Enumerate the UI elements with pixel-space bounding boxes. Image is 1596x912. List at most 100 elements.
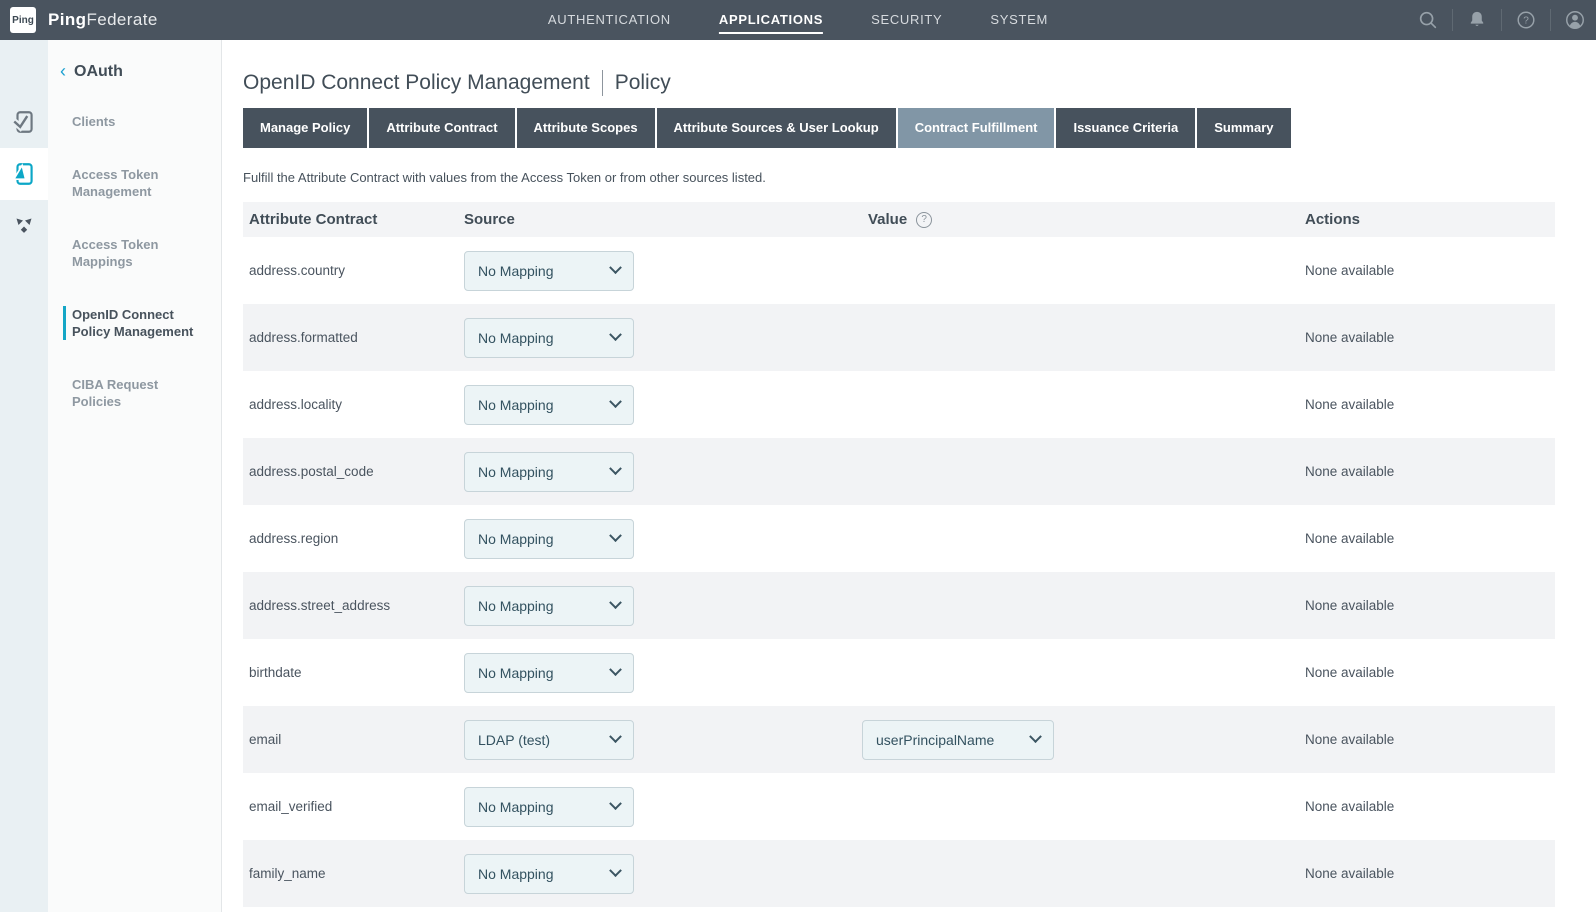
source-select[interactable]: No Mapping bbox=[464, 787, 634, 827]
tab-attribute-scopes[interactable]: Attribute Scopes bbox=[517, 108, 655, 148]
tab-issuance-criteria[interactable]: Issuance Criteria bbox=[1056, 108, 1195, 148]
source-select[interactable]: LDAP (test) bbox=[464, 720, 634, 760]
table-row: address.postal_codeNo MappingNone availa… bbox=[243, 438, 1555, 505]
nav-authentication[interactable]: AUTHENTICATION bbox=[548, 0, 671, 40]
chevron-down-icon bbox=[609, 462, 622, 475]
header-source: Source bbox=[458, 211, 862, 228]
title-divider bbox=[602, 70, 603, 96]
table-row: email LDAP (test) userPrincipalName None av… bbox=[243, 706, 1555, 773]
table-row: family_name No Mapping None available bbox=[243, 840, 1555, 907]
divider bbox=[1550, 9, 1551, 31]
attribute-name: email bbox=[249, 732, 281, 747]
table-row: birthdate No Mapping None available bbox=[243, 639, 1555, 706]
source-select-value: No Mapping bbox=[478, 263, 554, 279]
actions-text: None available bbox=[1305, 665, 1394, 680]
table-row: address.regionNo MappingNone available bbox=[243, 505, 1555, 572]
source-select[interactable]: No Mapping bbox=[464, 385, 634, 425]
actions-text: None available bbox=[1305, 598, 1394, 613]
product-name: PingFederate bbox=[48, 10, 158, 30]
actions-text: None available bbox=[1305, 866, 1394, 881]
help-icon[interactable]: ? bbox=[1515, 9, 1537, 31]
attribute-name: address.formatted bbox=[249, 330, 358, 345]
chevron-down-icon bbox=[609, 261, 622, 274]
notifications-icon[interactable] bbox=[1466, 9, 1488, 31]
source-select-value: No Mapping bbox=[478, 799, 554, 815]
table-row: email_verifiedNo MappingNone available bbox=[243, 773, 1555, 840]
access-token-mappings-icon bbox=[12, 214, 36, 238]
topbar-icons: ? bbox=[1417, 9, 1596, 31]
primary-nav: AUTHENTICATION APPLICATIONS SECURITY SYSTEM bbox=[548, 0, 1048, 40]
tab-attribute-sources-user-lookup[interactable]: Attribute Sources & User Lookup bbox=[657, 108, 896, 148]
contract-fulfillment-table: Attribute Contract Source Value ? Action… bbox=[243, 202, 1555, 907]
nav-system[interactable]: SYSTEM bbox=[990, 0, 1048, 40]
tab-contract-fulfillment[interactable]: Contract Fulfillment bbox=[898, 108, 1055, 148]
sidebar-items: Clients Access Token Management Access Tok… bbox=[48, 113, 221, 410]
source-select[interactable]: No Mapping bbox=[464, 452, 634, 492]
chevron-down-icon bbox=[609, 663, 622, 676]
source-select[interactable]: No Mapping bbox=[464, 318, 634, 358]
chevron-down-icon bbox=[609, 864, 622, 877]
svg-text:?: ? bbox=[1523, 16, 1529, 27]
product-name-bold: Ping bbox=[48, 10, 86, 29]
source-select-value: No Mapping bbox=[478, 330, 554, 346]
source-select-value: No Mapping bbox=[478, 397, 554, 413]
topbar: Ping PingFederate AUTHENTICATIONAPPLICAT… bbox=[0, 0, 1596, 40]
source-select[interactable]: No Mapping bbox=[464, 854, 634, 894]
chevron-down-icon bbox=[609, 529, 622, 542]
table-row: address.street_address No Mapping None ava… bbox=[243, 572, 1555, 639]
rail-item-oauth[interactable] bbox=[0, 148, 48, 200]
tab-manage-policy[interactable]: Manage Policy bbox=[243, 108, 367, 148]
sidebar-item-openid-connect-policy-management[interactable]: OpenID Connect Policy Management bbox=[63, 306, 221, 340]
source-select-value: No Mapping bbox=[478, 866, 554, 882]
account-icon[interactable] bbox=[1564, 9, 1586, 31]
page-title-main: OpenID Connect Policy Management bbox=[243, 71, 590, 95]
access-token-management-icon bbox=[11, 161, 37, 187]
attribute-name: address.region bbox=[249, 531, 338, 546]
sidebar-item-clients[interactable]: Clients bbox=[48, 113, 221, 130]
divider bbox=[1452, 9, 1453, 31]
tab-summary[interactable]: Summary bbox=[1197, 108, 1290, 148]
actions-text: None available bbox=[1305, 799, 1394, 814]
attribute-name: family_name bbox=[249, 866, 326, 881]
sidebar-item-access-token-management[interactable]: Access Token Management bbox=[48, 166, 221, 200]
nav-security[interactable]: SECURITY bbox=[871, 0, 942, 40]
sidebar-back[interactable]: ‹ OAuth bbox=[48, 62, 221, 81]
actions-text: None available bbox=[1305, 464, 1394, 479]
attribute-name: birthdate bbox=[249, 665, 302, 680]
tab-attribute-contract[interactable]: Attribute Contract bbox=[369, 108, 514, 148]
source-select-value: No Mapping bbox=[478, 598, 554, 614]
table-row: address.formatted No Mapping None availabl… bbox=[243, 304, 1555, 371]
value-select[interactable]: userPrincipalName bbox=[862, 720, 1054, 760]
actions-text: None available bbox=[1305, 263, 1394, 278]
actions-text: None available bbox=[1305, 330, 1394, 345]
attribute-name: address.street_address bbox=[249, 598, 390, 613]
value-select-value: userPrincipalName bbox=[876, 732, 994, 748]
product-name-rest: Federate bbox=[86, 10, 157, 29]
rail-item-clients[interactable] bbox=[0, 96, 48, 148]
search-icon[interactable] bbox=[1417, 9, 1439, 31]
table-row: address.countryNo MappingNone available bbox=[243, 237, 1555, 304]
actions-text: None available bbox=[1305, 732, 1394, 747]
actions-text: None available bbox=[1305, 397, 1394, 412]
page-description: Fulfill the Attribute Contract with valu… bbox=[243, 170, 1555, 185]
ping-logo: Ping bbox=[10, 7, 36, 33]
sidebar-item-ciba-request-policies[interactable]: CIBA Request Policies bbox=[48, 376, 221, 410]
clients-icon bbox=[11, 109, 37, 135]
chevron-down-icon bbox=[609, 596, 622, 609]
chevron-down-icon bbox=[609, 395, 622, 408]
chevron-down-icon bbox=[609, 797, 622, 810]
source-select-value: No Mapping bbox=[478, 464, 554, 480]
rail-item-mappings[interactable] bbox=[0, 200, 48, 252]
header-value: Value bbox=[868, 211, 907, 228]
chevron-down-icon bbox=[609, 730, 622, 743]
sidebar-item-access-token-mappings[interactable]: Access Token Mappings bbox=[48, 236, 221, 270]
main-content: OpenID Connect Policy Management Policy … bbox=[222, 40, 1596, 912]
source-select[interactable]: No Mapping bbox=[464, 586, 634, 626]
nav-applications[interactable]: APPLICATIONS bbox=[719, 0, 823, 40]
header-actions: Actions bbox=[1305, 211, 1555, 228]
source-select[interactable]: No Mapping bbox=[464, 519, 634, 559]
source-select[interactable]: No Mapping bbox=[464, 251, 634, 291]
table-row: address.localityNo MappingNone available bbox=[243, 371, 1555, 438]
source-select[interactable]: No Mapping bbox=[464, 653, 634, 693]
value-help-icon[interactable]: ? bbox=[916, 212, 932, 228]
